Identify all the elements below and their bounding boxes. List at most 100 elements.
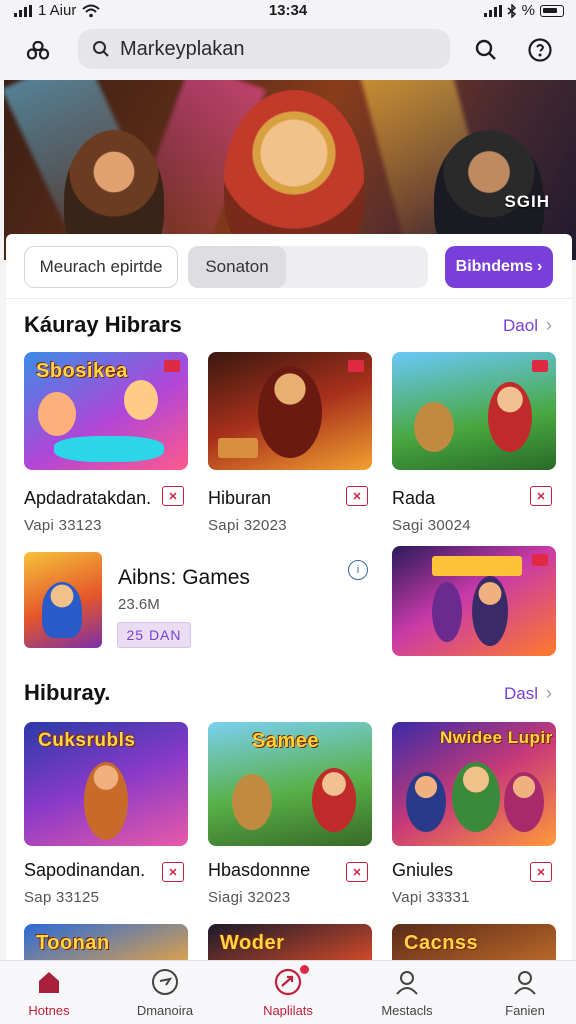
app-card[interactable]: Hiburan Sapi 32023 ✕ (208, 352, 372, 534)
search-bar[interactable] (78, 29, 450, 69)
thumbnail-title: Woder (220, 932, 285, 954)
divider (6, 298, 572, 299)
app-meta: Vapi 33123 (24, 517, 102, 534)
bottom-nav: Hotnes Dmanoira Naplilats Mestacls Fanie… (0, 960, 576, 1024)
bookmark-icon[interactable]: ✕ (162, 486, 184, 506)
logo-shape (218, 438, 258, 458)
character-shape (124, 380, 158, 420)
bookmark-icon[interactable]: ✕ (530, 862, 552, 882)
character-shape (488, 382, 532, 452)
logo-icon[interactable] (22, 36, 54, 68)
profile-icon (510, 967, 540, 997)
app-thumbnail (208, 352, 372, 470)
app-thumbnail (24, 552, 102, 648)
bookmark-icon[interactable]: ✕ (346, 862, 368, 882)
thumbnail-title: Nwidee Lupir (440, 728, 553, 747)
character-shape (414, 402, 454, 452)
character-shape (504, 772, 544, 832)
character-shape (432, 582, 462, 642)
tag-icon (532, 360, 548, 372)
content-sheet: Meurach epirtde Sonaton Bibndems › Káuray… (6, 234, 572, 974)
character-shape (312, 768, 356, 832)
character-shape (84, 762, 128, 840)
search-button[interactable] (472, 36, 500, 64)
app-thumbnail: Samee (208, 722, 372, 846)
nav-item-home[interactable]: Hotnes (0, 967, 104, 1023)
app-meta: Sapi 32023 (208, 517, 287, 534)
see-all-label: Dasl (503, 683, 538, 703)
character-shape (38, 392, 76, 436)
info-button[interactable] (526, 36, 554, 64)
cell-signal-icon (483, 4, 502, 17)
app-size: 23.6M (118, 596, 160, 613)
battery-icon (540, 4, 564, 17)
chevron-right-icon: › (546, 315, 552, 335)
nav-label: Fanien (505, 1003, 545, 1018)
see-all-link[interactable]: Daol › (503, 315, 552, 336)
chevron-right-icon: › (546, 683, 552, 703)
filter-row: Meurach epirtde Sonaton Bibndems › (6, 246, 572, 288)
tag-icon (348, 360, 364, 372)
nav-item-profile[interactable]: Fanien (470, 967, 576, 1023)
user-icon (392, 967, 422, 997)
app-thumbnail: Cuksrubls (24, 722, 188, 846)
filter-chip-outline[interactable]: Meurach epirtde (24, 246, 178, 288)
app-thumbnail: Sbosikea (24, 352, 188, 470)
thumbnail-title: Sbosikea (36, 360, 128, 382)
character-shape (472, 576, 508, 646)
tag-icon (164, 360, 180, 372)
app-card[interactable]: Rada Sagi 30024 ✕ (392, 352, 556, 534)
tag-icon (532, 554, 548, 566)
section-title: Hiburay. (24, 680, 111, 705)
thumbnail-title: Cuksrubls (38, 730, 136, 751)
search-icon (475, 39, 496, 60)
app-meta: Sagi 30024 (392, 517, 471, 534)
search-input[interactable] (120, 37, 420, 61)
nav-label: Naplilats (263, 1003, 313, 1018)
nav-label: Hotnes (28, 1003, 70, 1018)
filter-chip-primary-label: Bibndems (455, 258, 533, 275)
thumbnail-title: Toonan (36, 932, 110, 954)
app-name: Aibns: Games (118, 566, 250, 589)
info-icon (528, 38, 552, 62)
app-card[interactable]: Cuksrubls Sapodinandan. Sap 33125 ✕ (24, 722, 188, 906)
bookmark-icon[interactable]: ✕ (346, 486, 368, 506)
app-card[interactable]: Nwidee Lupir Gniules Vapi 33331 ✕ (392, 722, 556, 906)
thumbnail-title: Samee (252, 730, 319, 752)
top-bar (0, 24, 576, 80)
filter-chip-gray[interactable]: Sonaton (188, 246, 428, 288)
nav-item-discover[interactable]: Dmanoira (110, 967, 220, 1023)
see-all-link[interactable]: Dasl › (504, 683, 552, 704)
bookmark-icon[interactable]: ✕ (162, 862, 184, 882)
character-shape (42, 582, 82, 638)
bookmark-icon[interactable]: ✕ (530, 486, 552, 506)
logo-shape (432, 556, 522, 576)
filter-chip-primary[interactable]: Bibndems › (445, 246, 553, 288)
home-icon (34, 967, 64, 997)
thumbnail-title: Cacnss (404, 932, 479, 954)
app-thumbnail (392, 546, 556, 656)
price-pill[interactable]: 25 DAN (117, 622, 191, 648)
nav-item-apps[interactable]: Naplilats (233, 965, 343, 1023)
character-shape (232, 774, 272, 830)
chevron-right-icon: › (537, 258, 543, 275)
app-thumbnail: Nwidee Lupir (392, 722, 556, 846)
see-all-label: Daol (503, 315, 538, 335)
info-icon[interactable]: i (348, 560, 368, 580)
hero-badge: SGIH (504, 192, 550, 211)
app-card[interactable]: Samee Hbasdonnne Siagi 32023 ✕ (208, 722, 372, 906)
app-card[interactable] (392, 546, 556, 656)
nav-item-messages[interactable]: Mestacls (352, 967, 462, 1023)
hero-banner[interactable]: SGIH (4, 80, 576, 260)
character-shape (452, 762, 500, 832)
app-card[interactable]: Sbosikea Apdadratakdan. Vapi 33123 ✕ (24, 352, 188, 534)
search-icon (93, 41, 109, 57)
nav-label: Mestacls (381, 1003, 433, 1018)
table-shape (54, 436, 164, 462)
apps-icon (273, 965, 309, 997)
app-thumbnail (392, 352, 556, 470)
bluetooth-icon (507, 3, 516, 18)
section-title: Káuray Hibrars (24, 312, 182, 337)
featured-list-item[interactable]: Aibns: Games 23.6M 25 DAN (24, 550, 374, 650)
app-meta: Vapi 33331 (392, 889, 470, 906)
